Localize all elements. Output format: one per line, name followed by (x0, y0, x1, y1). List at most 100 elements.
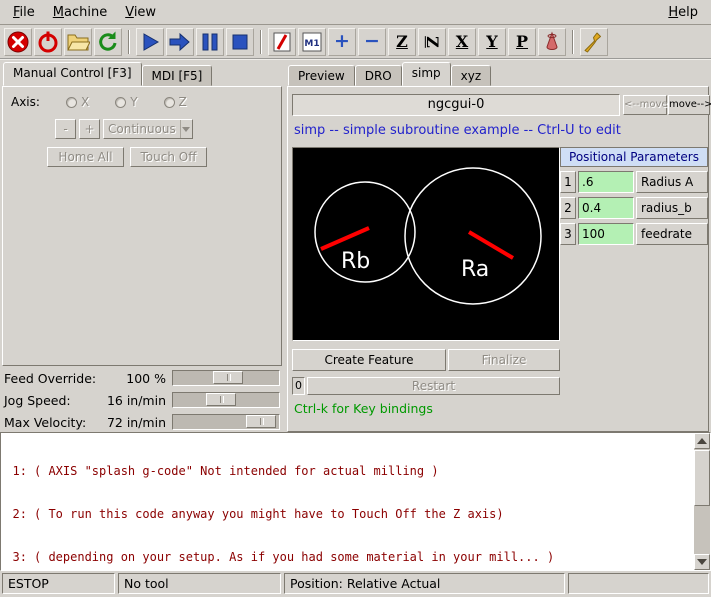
reload-icon (96, 30, 120, 54)
toggle-skip-lines-button[interactable] (268, 28, 296, 56)
slider-thumb[interactable] (246, 415, 276, 428)
scroll-down-icon[interactable] (694, 554, 710, 570)
restart-button[interactable]: Restart (307, 377, 560, 395)
scrollbar-thumb[interactable] (694, 450, 710, 506)
home-all-button[interactable]: Home All (47, 147, 124, 167)
move-right-button[interactable]: move--> (668, 95, 710, 115)
ngcgui-frame: ngcgui-0 <--move move--> simp -- simple … (287, 86, 709, 432)
param-name-label: Radius A (636, 171, 708, 193)
axis-y-label: Y (130, 95, 137, 109)
manual-control-frame: Axis: X Y Z - + Continuous Home All (2, 86, 282, 366)
param-name-label: feedrate (636, 223, 708, 245)
rotate-icon (540, 30, 564, 54)
zoom-in-button[interactable]: + (328, 28, 356, 56)
run-step-button[interactable] (166, 28, 194, 56)
letter-p-icon: P (516, 34, 528, 50)
jog-speed-label: Jog Speed: (4, 393, 71, 408)
feed-override-slider[interactable] (172, 370, 280, 386)
subroutine-description: simp -- simple subroutine example -- Ctr… (294, 123, 621, 138)
jog-mode-value: Continuous (104, 120, 180, 138)
max-velocity-slider[interactable] (172, 414, 280, 430)
tab-preview[interactable]: Preview (288, 65, 355, 86)
feed-override-value: 100 % (90, 371, 166, 386)
letter-z-icon: Z (396, 34, 408, 50)
param-row-1: 1 .6 Radius A (560, 171, 708, 193)
plus-icon: + (334, 32, 350, 51)
run-program-button[interactable] (136, 28, 164, 56)
reload-file-button[interactable] (94, 28, 122, 56)
tab-xyz[interactable]: xyz (451, 65, 492, 86)
wrench-icon (582, 30, 606, 54)
jog-minus-button[interactable]: - (55, 119, 76, 139)
param-index: 3 (560, 223, 576, 245)
rotated-top-view-button[interactable]: Z (418, 28, 446, 56)
gcode-line[interactable]: 3:( depending on your setup. As if you h… (1, 550, 693, 564)
estop-icon (6, 30, 30, 54)
status-tool: No tool (118, 573, 281, 594)
folder-open-icon (66, 30, 90, 54)
gcode-listing[interactable]: 1:( AXIS "splash g-code" Not intended fo… (0, 432, 711, 571)
menu-view[interactable]: View (116, 2, 165, 23)
axis-radio-y[interactable]: Y (115, 95, 137, 109)
gcode-line[interactable]: 1:( AXIS "splash g-code" Not intended fo… (1, 464, 693, 478)
right-tabs: Preview DRO simp xyz (288, 62, 491, 86)
pause-button[interactable] (196, 28, 224, 56)
menu-machine[interactable]: Machine (44, 2, 116, 23)
jog-plus-button[interactable]: + (79, 119, 100, 139)
open-file-button[interactable] (64, 28, 92, 56)
finalize-button[interactable]: Finalize (448, 349, 560, 371)
tab-manual-control[interactable]: Manual Control [F3] (3, 62, 142, 86)
svg-text:M1: M1 (304, 39, 319, 49)
zoom-out-button[interactable]: − (358, 28, 386, 56)
rotate-view-button[interactable] (538, 28, 566, 56)
radio-icon (164, 97, 175, 108)
menu-bar: File Machine View Help (0, 0, 711, 25)
jog-speed-slider[interactable] (172, 392, 280, 408)
param-value-entry[interactable]: 100 (578, 223, 634, 245)
param-value-entry[interactable]: 0.4 (578, 197, 634, 219)
slider-thumb[interactable] (206, 393, 236, 406)
status-estop: ESTOP (2, 573, 115, 594)
move-left-button[interactable]: <--move (623, 95, 667, 115)
radio-icon (115, 97, 126, 108)
status-bar: ESTOP No tool Position: Relative Actual (0, 571, 711, 597)
param-value-entry[interactable]: .6 (578, 171, 634, 193)
ngcgui-name-field[interactable]: ngcgui-0 (292, 94, 620, 116)
preview-canvas[interactable]: Rb Ra (292, 147, 560, 341)
param-index: 2 (560, 197, 576, 219)
jog-mode-select[interactable]: Continuous (103, 119, 193, 139)
slider-thumb[interactable] (213, 371, 243, 384)
menu-file[interactable]: File (4, 2, 44, 23)
perspective-view-button[interactable]: P (508, 28, 536, 56)
gcode-line[interactable]: 2:( To run this code anyway you might ha… (1, 507, 693, 521)
restart-count: 0 (292, 377, 305, 395)
axis-radio-z[interactable]: Z (164, 95, 187, 109)
machine-power-button[interactable] (34, 28, 62, 56)
scroll-up-icon[interactable] (694, 433, 710, 449)
status-spacer (568, 573, 709, 594)
front-view-button[interactable]: Y (478, 28, 506, 56)
touch-off-button[interactable]: Touch Off (130, 147, 207, 167)
estop-button[interactable] (4, 28, 32, 56)
side-view-button[interactable]: X (448, 28, 476, 56)
optional-pause-m1-icon: M1 (300, 30, 324, 54)
left-tabs: Manual Control [F3] MDI [F5] (3, 62, 212, 86)
tab-dro[interactable]: DRO (355, 65, 402, 86)
tab-mdi[interactable]: MDI [F5] (142, 65, 213, 86)
power-icon (36, 30, 60, 54)
axis-radio-x[interactable]: X (66, 95, 89, 109)
stop-button[interactable] (226, 28, 254, 56)
toggle-optional-pause-button[interactable]: M1 (298, 28, 326, 56)
max-velocity-row: Max Velocity: 72 in/min (0, 412, 284, 432)
clear-plot-button[interactable] (580, 28, 608, 56)
create-feature-button[interactable]: Create Feature (292, 349, 446, 371)
control-panel: Manual Control [F3] MDI [F5] Axis: X Y Z… (0, 60, 284, 432)
top-view-button[interactable]: Z (388, 28, 416, 56)
tab-simp[interactable]: simp (402, 62, 451, 86)
chevron-down-icon (180, 120, 192, 138)
rotated-z-icon: Z (424, 36, 440, 48)
menu-help[interactable]: Help (659, 2, 707, 23)
gcode-scrollbar[interactable] (694, 433, 710, 570)
key-bindings-hint: Ctrl-k for Key bindings (294, 401, 433, 416)
toolbar: M1 + − Z Z X Y P (0, 25, 711, 60)
